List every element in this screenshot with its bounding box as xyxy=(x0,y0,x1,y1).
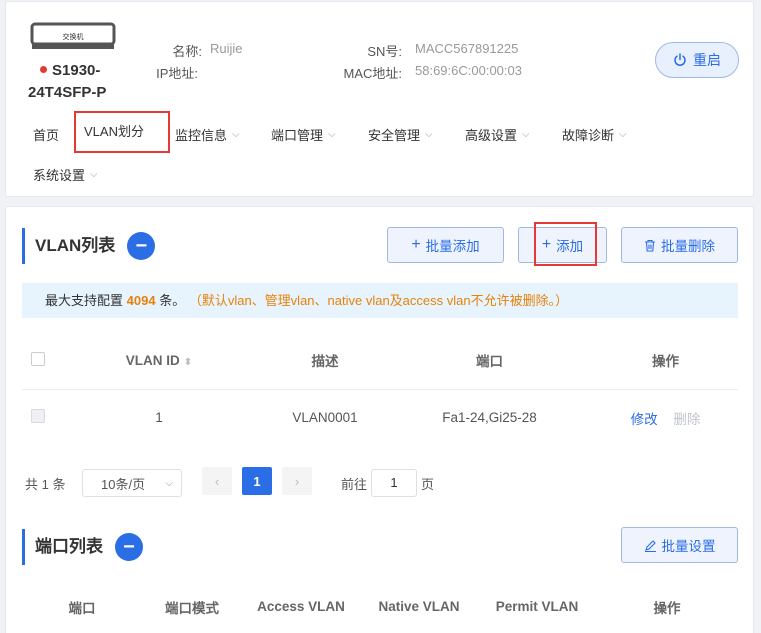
next-page-button[interactable]: › xyxy=(282,467,312,495)
batch-set-button[interactable]: 批量设置 xyxy=(621,527,738,563)
chevron-down-icon: ⌵ xyxy=(619,129,627,140)
restart-button[interactable]: 重启 xyxy=(655,42,739,78)
sort-icon[interactable]: ⬍ xyxy=(184,357,192,368)
svg-text:交换机: 交换机 xyxy=(63,32,84,41)
ip-label: IP地址: xyxy=(156,66,198,81)
status-dot xyxy=(40,65,47,73)
nav-item-monitor[interactable]: 监控信息 ⌵ xyxy=(175,125,240,144)
config-notice: 最大支持配置 4094 条。 （默认vlan、管理vlan、native vla… xyxy=(22,283,738,318)
nav-item-home[interactable]: 首页 xyxy=(33,125,59,144)
col-vlan-id[interactable]: VLAN ID ⬍ xyxy=(54,332,264,389)
port-table: 端口 端口模式 Access VLAN Native VLAN Permit V… xyxy=(22,578,738,633)
chevron-down-icon: ⌵ xyxy=(90,169,98,180)
nav-item-system[interactable]: 系统设置 ⌵ xyxy=(33,165,98,184)
name-label: 名称: xyxy=(172,44,202,59)
col-actions: 操作 xyxy=(653,600,681,616)
chevron-down-icon: ⌵ xyxy=(522,129,530,140)
goto-page-input[interactable]: 1 xyxy=(371,469,417,497)
batch-delete-button[interactable]: 批量删除 xyxy=(621,227,738,263)
prev-page-button[interactable]: ‹ xyxy=(202,467,232,495)
nav-item-vlan[interactable]: VLAN划分 xyxy=(74,111,170,153)
chevron-down-icon: ⌵ xyxy=(165,477,173,489)
row-checkbox[interactable] xyxy=(31,409,45,424)
nav-item-security[interactable]: 安全管理 ⌵ xyxy=(368,125,433,144)
table-row: 1 VLAN0001 Fa1-24,Gi25-28 修改 删除 xyxy=(22,388,738,446)
delete-link: 删除 xyxy=(673,411,701,427)
col-native-vlan: Native VLAN xyxy=(378,599,460,614)
nav-item-diagnostics[interactable]: 故障诊断 ⌵ xyxy=(562,125,627,144)
pager-total: 共 1 条 xyxy=(25,477,66,492)
add-button-highlight xyxy=(534,222,597,266)
col-ports: 端口 xyxy=(476,354,503,370)
sn-value: MACC567891225 xyxy=(415,41,519,56)
col-description: 描述 xyxy=(311,354,339,370)
plus-icon: + xyxy=(411,236,421,253)
table-header-row: 端口 端口模式 Access VLAN Native VLAN Permit V… xyxy=(22,578,738,633)
batch-add-button[interactable]: + 批量添加 xyxy=(387,227,504,263)
vlan-table: VLAN ID ⬍ 描述 端口 操作 1 VLAN0001 Fa1-24,Gi25… xyxy=(22,332,738,446)
trash-icon xyxy=(645,239,655,252)
port-list-title: 端口列表 − xyxy=(22,529,143,565)
cell-ports: Fa1-24,Gi25-28 xyxy=(386,388,593,446)
sn-label: SN号: xyxy=(367,44,402,59)
edit-icon xyxy=(644,539,656,552)
col-port-mode: 端口模式 xyxy=(165,600,219,616)
vlan-list-title: VLAN列表 − xyxy=(22,228,156,264)
chevron-down-icon: ⌵ xyxy=(425,129,433,140)
nav-item-port-management[interactable]: 端口管理 ⌵ xyxy=(271,125,336,144)
name-value: Ruijie xyxy=(210,41,243,56)
goto-label: 前往 xyxy=(341,477,368,492)
chevron-down-icon: ⌵ xyxy=(328,129,336,140)
col-actions: 操作 xyxy=(652,354,679,370)
page-size-select[interactable]: 10条/页 ⌵ xyxy=(82,469,182,497)
chevron-down-icon: ⌵ xyxy=(232,129,240,140)
col-port: 端口 xyxy=(68,600,96,616)
col-access-vlan: Access VLAN xyxy=(257,599,345,614)
collapse-icon[interactable]: − xyxy=(115,533,143,561)
collapse-icon[interactable]: − xyxy=(127,232,156,260)
power-icon xyxy=(674,53,686,66)
nav-item-advanced[interactable]: 高级设置 ⌵ xyxy=(465,125,530,144)
switch-icon: 交换机 xyxy=(30,22,116,49)
cell-description: VLAN0001 xyxy=(264,388,386,446)
page-unit-label: 页 xyxy=(421,477,435,492)
select-all-checkbox[interactable] xyxy=(31,351,45,366)
cell-vlan-id: 1 xyxy=(54,388,264,446)
col-permit-vlan: Permit VLAN xyxy=(495,599,579,614)
mac-value: 58:69:6C:00:00:03 xyxy=(415,63,522,78)
mac-label: MAC地址: xyxy=(343,66,402,81)
table-header-row: VLAN ID ⬍ 描述 端口 操作 xyxy=(22,332,738,389)
edit-link[interactable]: 修改 xyxy=(631,412,658,427)
page-number-1[interactable]: 1 xyxy=(242,467,272,495)
device-model: S1930- 24T4SFP-P xyxy=(28,62,107,101)
